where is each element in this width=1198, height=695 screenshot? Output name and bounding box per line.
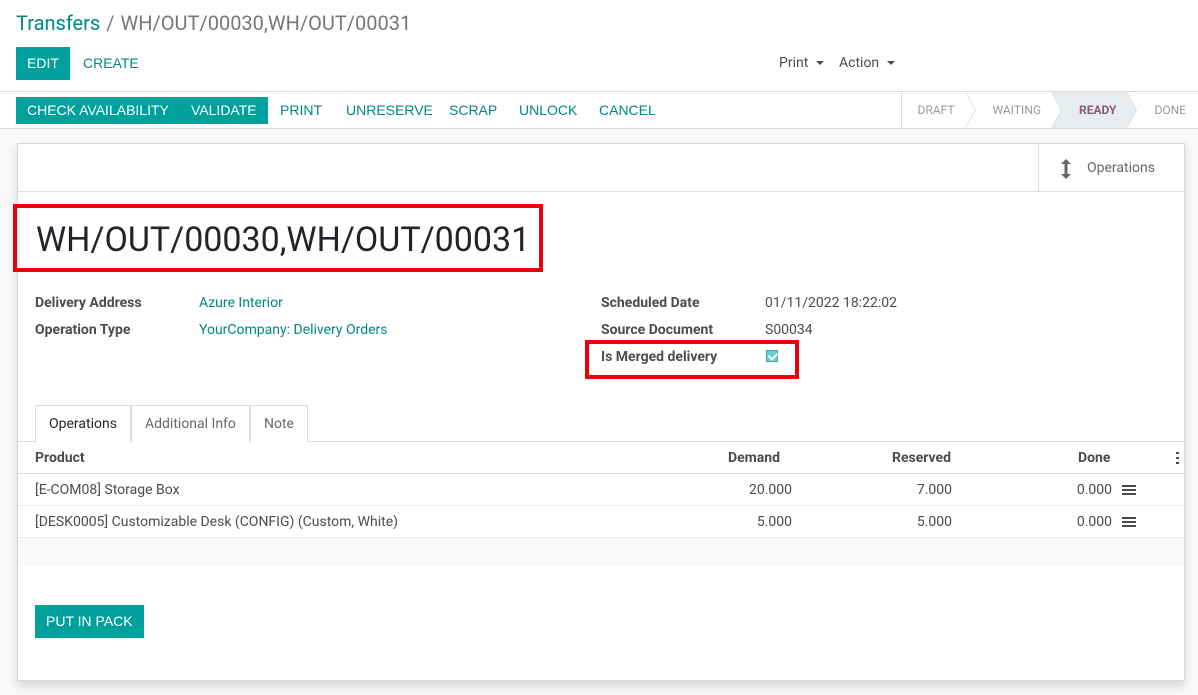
scrap-button[interactable]: SCRAP: [438, 97, 508, 124]
delivery-address-label: Delivery Address: [35, 295, 142, 311]
stage-draft-label: DRAFT: [917, 103, 955, 117]
check-availability-button[interactable]: CHECK AVAILABILITY: [16, 97, 180, 124]
breadcrumb-current: WH/OUT/00030,WH/OUT/00031: [120, 11, 412, 35]
validate-button[interactable]: VALIDATE: [180, 97, 268, 124]
row-product: [E-COM08] Storage Box: [35, 482, 180, 498]
row-reserved: 7.000: [916, 482, 952, 498]
stage-ready-label: READY: [1079, 103, 1117, 117]
print-dropdown-label: Print: [779, 55, 809, 71]
create-button[interactable]: CREATE: [73, 47, 149, 80]
column-demand[interactable]: Demand: [728, 450, 780, 466]
caret-down-icon: [887, 61, 896, 66]
cancel-button[interactable]: CANCEL: [588, 97, 667, 124]
detailed-operations-icon[interactable]: [1122, 485, 1136, 495]
stage-draft[interactable]: DRAFT: [901, 92, 976, 128]
button-box: Operations: [18, 144, 1184, 192]
breadcrumb-transfers-link[interactable]: Transfers: [16, 11, 100, 35]
column-product[interactable]: Product: [35, 450, 85, 466]
print-dropdown[interactable]: Print: [779, 55, 825, 71]
tab-additional-info[interactable]: Additional Info: [131, 405, 250, 442]
action-dropdown-label: Action: [839, 55, 880, 71]
scheduled-date-label: Scheduled Date: [601, 295, 700, 311]
table-empty-row: [18, 538, 1184, 566]
breadcrumb: Transfers / WH/OUT/00030,WH/OUT/00031: [16, 11, 411, 35]
row-done: 0.000: [1076, 482, 1112, 498]
caret-down-icon: [816, 61, 825, 66]
source-document-label: Source Document: [601, 322, 714, 338]
row-reserved: 5.000: [916, 514, 952, 530]
row-demand: 5.000: [756, 514, 792, 530]
source-document-value: S00034: [765, 322, 813, 338]
control-panel: Transfers / WH/OUT/00030,WH/OUT/00031 EDIT…: [0, 0, 1198, 92]
table-row[interactable]: [E-COM08] Storage Box 20.000 7.000 0.000: [18, 474, 1184, 506]
operations-smart-button-label: Operations: [1087, 160, 1155, 176]
table-row[interactable]: [DESK0005] Customizable Desk (CONFIG) (C…: [18, 506, 1184, 538]
detailed-operations-icon[interactable]: [1122, 517, 1136, 527]
title-highlight-box: [13, 204, 543, 272]
print-button[interactable]: PRINT: [269, 97, 333, 124]
row-product: [DESK0005] Customizable Desk (CONFIG) (C…: [35, 514, 399, 530]
unreserve-button[interactable]: UNRESERVE: [335, 97, 444, 124]
stage-done-label: DONE: [1154, 103, 1186, 117]
stage-waiting-label: WAITING: [992, 103, 1041, 117]
tab-operations[interactable]: Operations: [35, 405, 131, 443]
operations-smart-button[interactable]: Operations: [1038, 144, 1184, 192]
tab-note[interactable]: Note: [250, 405, 308, 442]
operation-type-link[interactable]: YourCompany: Delivery Orders: [199, 322, 388, 338]
statusbar: CHECK AVAILABILITY VALIDATE PRINT UNRESE…: [0, 92, 1198, 129]
unlock-button[interactable]: UNLOCK: [508, 97, 588, 124]
breadcrumb-separator: /: [106, 11, 115, 35]
put-in-pack-button[interactable]: PUT IN PACK: [35, 605, 144, 638]
delivery-address-link[interactable]: Azure Interior: [199, 295, 283, 311]
action-dropdown[interactable]: Action: [839, 55, 896, 71]
row-demand: 20.000: [748, 482, 792, 498]
operation-type-label: Operation Type: [35, 322, 131, 338]
column-done[interactable]: Done: [1078, 450, 1110, 466]
optional-columns-icon[interactable]: [1176, 452, 1179, 464]
edit-button[interactable]: EDIT: [16, 47, 70, 80]
stage-ready[interactable]: READY: [1051, 92, 1138, 128]
stage-waiting[interactable]: WAITING: [964, 92, 1062, 128]
column-reserved[interactable]: Reserved: [892, 450, 951, 466]
arrows-v-icon: [1061, 159, 1071, 179]
form-sheet: Operations WH/OUT/00030,WH/OUT/00031 Del…: [13, 143, 1185, 681]
stage-pipeline: DRAFT WAITING READY DONE: [900, 92, 1198, 128]
row-done: 0.000: [1076, 514, 1112, 530]
notebook-tabs: Operations Additional Info Note: [18, 405, 1184, 443]
merged-highlight-box: [585, 340, 799, 379]
table-header: Product Demand Reserved Done: [18, 442, 1184, 474]
scheduled-date-value: 01/11/2022 18:22:02: [765, 295, 897, 311]
